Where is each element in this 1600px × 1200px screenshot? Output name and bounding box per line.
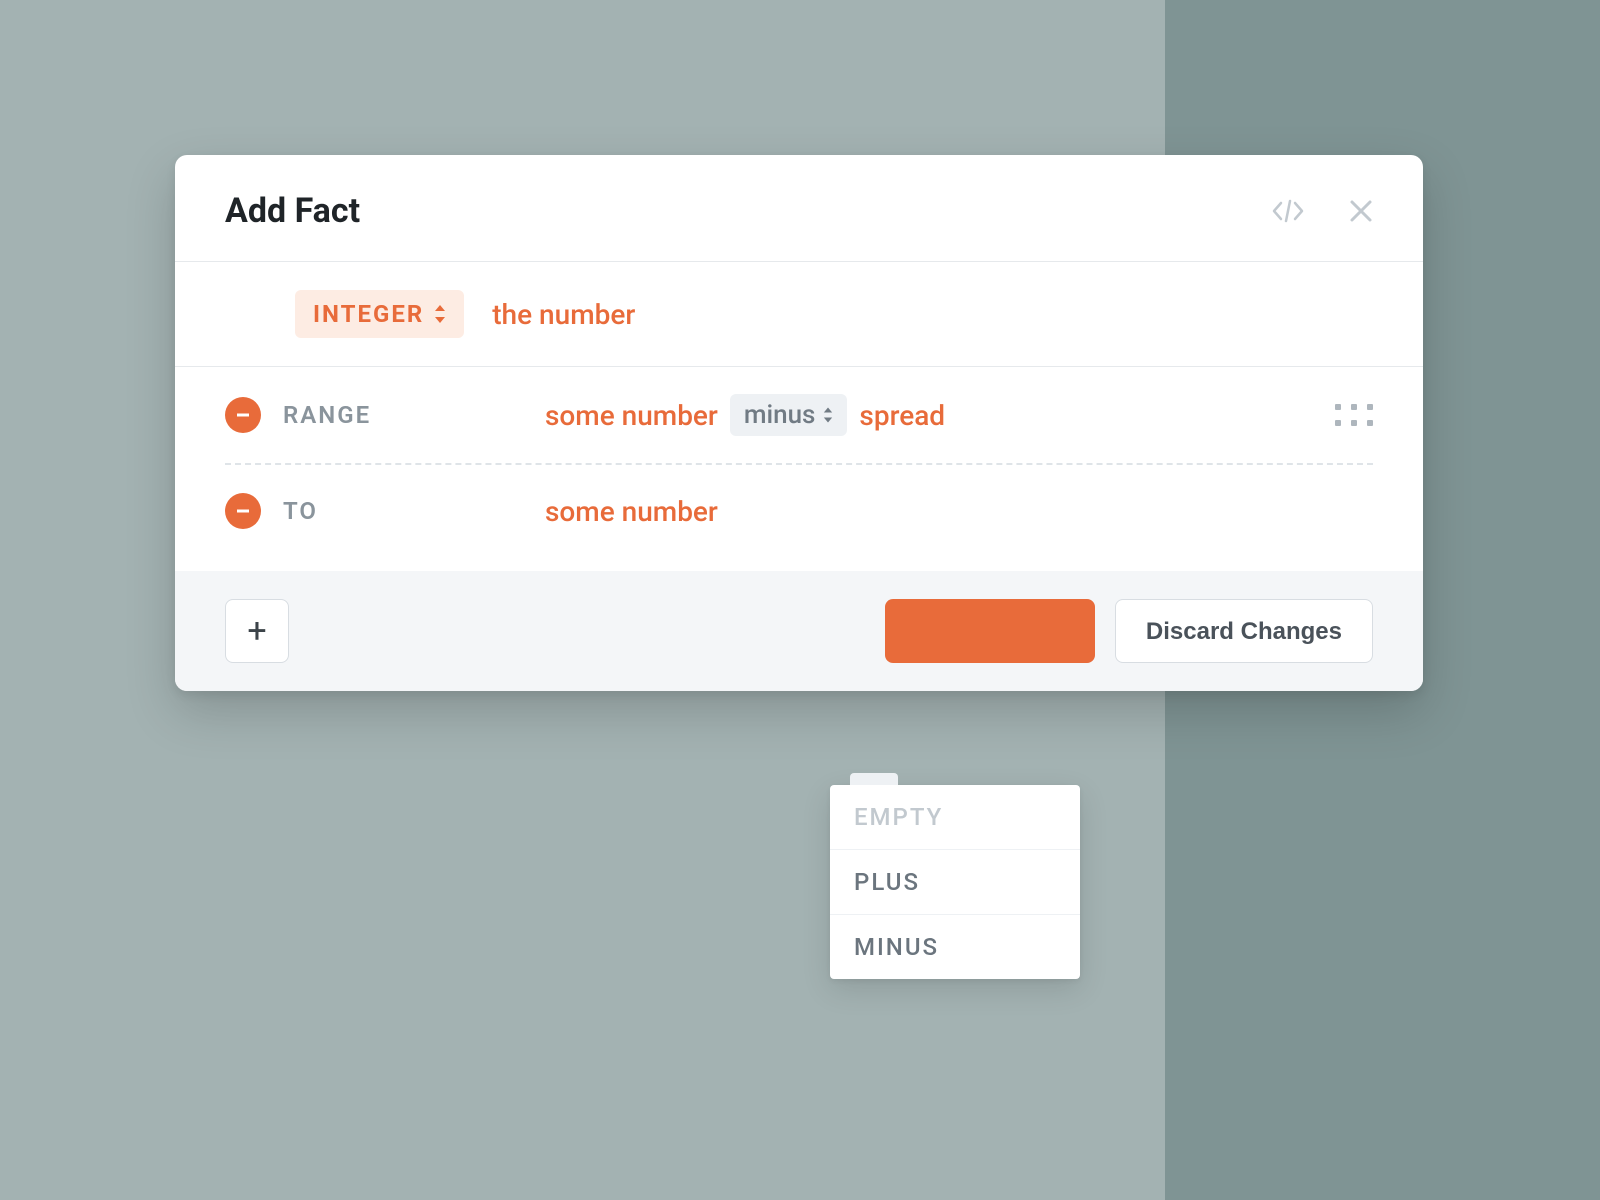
close-icon[interactable] [1349,199,1373,223]
discard-button[interactable]: Discard Changes [1115,599,1373,663]
dropdown-item-empty[interactable]: EMPTY [830,785,1080,850]
dropdown-notch [850,773,898,785]
to-lhs[interactable]: some number [545,495,718,528]
code-icon[interactable] [1271,199,1305,223]
type-select[interactable]: INTEGER [295,290,464,338]
remove-range-button[interactable] [225,397,261,433]
modal-footer: + Discard Changes [175,571,1423,691]
modal-title: Add Fact [225,191,1271,231]
type-row: INTEGER the number [175,262,1423,367]
range-rhs[interactable]: spread [859,399,945,432]
add-row-button[interactable]: + [225,599,289,663]
header-icons [1271,199,1373,223]
type-label: INTEGER [313,300,424,328]
range-lhs[interactable]: some number [545,399,718,432]
to-row: TO some number EMPTY PLUS MINUS [175,465,1423,571]
modal-body: INTEGER the number RANGE some number min… [175,262,1423,571]
range-operator-label: minus [744,400,816,430]
plus-icon: + [247,611,266,651]
range-expression: some number minus spread [545,394,945,436]
footer-actions: Discard Changes [885,599,1373,663]
dropdown-item-minus[interactable]: MINUS [830,915,1080,979]
modal-header: Add Fact [175,155,1423,262]
sort-icon [823,407,833,423]
operator-dropdown: EMPTY PLUS MINUS [830,785,1080,979]
sort-icon [434,305,446,323]
save-button[interactable] [885,599,1095,663]
remove-to-button[interactable] [225,493,261,529]
add-fact-modal: Add Fact INTEGER [175,155,1423,691]
fact-name[interactable]: the number [492,298,635,331]
range-row: RANGE some number minus spread [175,367,1423,463]
to-expression: some number [545,495,718,528]
range-label: RANGE [283,401,463,429]
range-operator-select[interactable]: minus [730,394,848,436]
to-label: TO [283,497,463,525]
drag-handle-icon[interactable] [1335,404,1373,426]
dropdown-item-plus[interactable]: PLUS [830,850,1080,915]
